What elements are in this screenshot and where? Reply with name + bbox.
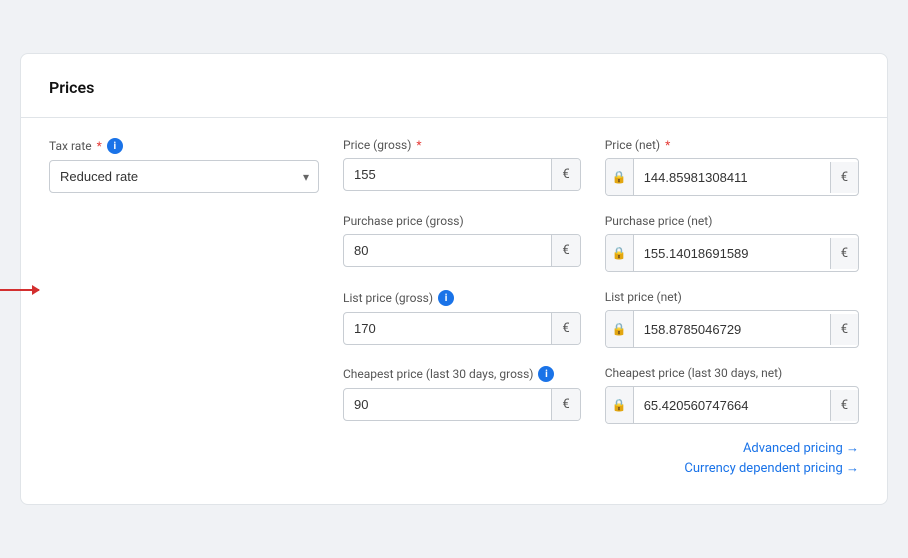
tax-rate-info-icon[interactable]: i xyxy=(107,138,123,154)
list-price-gross-input[interactable] xyxy=(344,313,551,344)
required-star: * xyxy=(97,139,102,153)
purchase-price-gross-field: Purchase price (gross) € xyxy=(343,214,581,267)
prices-card: Prices Tax rate * i Reduced rate Standar… xyxy=(20,53,888,505)
purchase-price-net-input[interactable] xyxy=(634,238,830,269)
price-gross-input[interactable] xyxy=(344,159,551,190)
cheapest-price-gross-info-icon[interactable]: i xyxy=(538,366,554,382)
price-gross-field: Price (gross) * € xyxy=(343,138,581,191)
price-net-input-wrapper: 🔒 € xyxy=(605,158,859,196)
cheapest-price-net-input[interactable] xyxy=(634,390,830,421)
lock-icon: 🔒 xyxy=(606,387,634,423)
purchase-price-gross-input-wrapper: € xyxy=(343,234,581,267)
required-star: * xyxy=(416,138,421,152)
purchase-price-gross-input[interactable] xyxy=(344,235,551,266)
card-title: Prices xyxy=(49,78,859,97)
price-gross-input-wrapper: € xyxy=(343,158,581,191)
cheapest-price-net-label: Cheapest price (last 30 days, net) xyxy=(605,366,859,380)
lock-icon: 🔒 xyxy=(606,159,634,195)
list-price-gross-currency: € xyxy=(551,313,579,344)
cheapest-price-gross-label: Cheapest price (last 30 days, gross) i xyxy=(343,366,581,382)
section-divider xyxy=(21,117,887,118)
list-price-net-input-wrapper: 🔒 € xyxy=(605,310,859,348)
required-star: * xyxy=(665,138,670,152)
price-net-currency: € xyxy=(830,162,858,193)
arrow-line xyxy=(0,289,39,291)
tax-rate-field: Tax rate * i Reduced rate Standard rate … xyxy=(49,138,319,193)
purchase-price-gross-currency: € xyxy=(551,235,579,266)
price-gross-currency: € xyxy=(551,159,579,190)
list-price-gross-label: List price (gross) i xyxy=(343,290,581,306)
lock-icon: 🔒 xyxy=(606,311,634,347)
price-net-field: Price (net) * 🔒 € xyxy=(605,138,859,196)
price-net-input[interactable] xyxy=(634,162,830,193)
red-arrow xyxy=(0,289,39,291)
price-net-label: Price (net) * xyxy=(605,138,859,152)
purchase-price-net-input-wrapper: 🔒 € xyxy=(605,234,859,272)
list-price-net-field: List price (net) 🔒 € xyxy=(605,290,859,348)
tax-rate-select[interactable]: Reduced rate Standard rate Zero rate xyxy=(49,160,319,193)
cheapest-price-gross-field: Cheapest price (last 30 days, gross) i € xyxy=(343,366,581,421)
cheapest-price-net-input-wrapper: 🔒 € xyxy=(605,386,859,424)
cheapest-price-gross-input[interactable] xyxy=(344,389,551,420)
cheapest-price-gross-currency: € xyxy=(551,389,579,420)
purchase-price-net-currency: € xyxy=(830,238,858,269)
purchase-price-gross-label: Purchase price (gross) xyxy=(343,214,581,228)
list-price-net-currency: € xyxy=(830,314,858,345)
cheapest-price-gross-input-wrapper: € xyxy=(343,388,581,421)
list-price-net-label: List price (net) xyxy=(605,290,859,304)
list-price-gross-input-wrapper: € xyxy=(343,312,581,345)
purchase-price-net-label: Purchase price (net) xyxy=(605,214,859,228)
purchase-price-net-field: Purchase price (net) 🔒 € xyxy=(605,214,859,272)
currency-dependent-pricing-link[interactable]: Currency dependent pricing → xyxy=(684,460,859,476)
tax-rate-select-wrapper: Reduced rate Standard rate Zero rate ▾ xyxy=(49,160,319,193)
cheapest-price-net-currency: € xyxy=(830,390,858,421)
price-gross-label: Price (gross) * xyxy=(343,138,581,152)
tax-rate-label: Tax rate * i xyxy=(49,138,319,154)
cheapest-price-net-field: Cheapest price (last 30 days, net) 🔒 € xyxy=(605,366,859,424)
advanced-pricing-link[interactable]: Advanced pricing → xyxy=(743,440,859,456)
lock-icon: 🔒 xyxy=(606,235,634,271)
list-price-gross-field: List price (gross) i € xyxy=(343,290,581,345)
list-price-gross-info-icon[interactable]: i xyxy=(438,290,454,306)
links-row: Advanced pricing → Currency dependent pr… xyxy=(49,440,859,476)
list-price-net-input[interactable] xyxy=(634,314,830,345)
